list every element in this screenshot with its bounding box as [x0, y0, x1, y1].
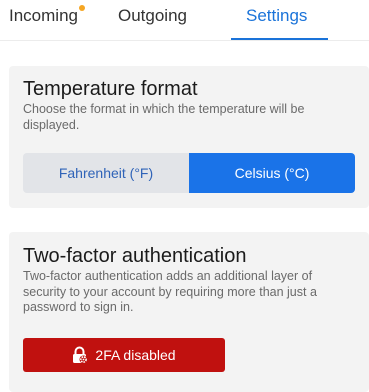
celsius-option-button[interactable]: Celsius (°C) — [189, 153, 355, 193]
two-factor-card: Two-factor authentication Two-factor aut… — [9, 232, 369, 392]
two-factor-description: Two-factor authentication adds an additi… — [23, 269, 317, 314]
tab-incoming-label: Incoming — [9, 6, 78, 25]
tab-settings[interactable]: Settings — [246, 6, 307, 26]
temperature-format-toggle: Fahrenheit (°F) Celsius (°C) — [23, 153, 355, 193]
active-tab-indicator — [231, 38, 328, 40]
fahrenheit-option-button[interactable]: Fahrenheit (°F) — [23, 153, 189, 193]
tab-incoming[interactable]: Incoming — [9, 5, 85, 26]
two-factor-button-label: 2FA disabled — [95, 347, 176, 363]
temperature-format-description: Choose the format in which the temperatu… — [23, 102, 305, 132]
two-factor-toggle-button[interactable]: 2FA disabled — [23, 338, 225, 372]
lock-gear-icon — [72, 346, 88, 364]
tab-settings-label: Settings — [246, 6, 308, 25]
two-factor-title: Two-factor authentication — [23, 245, 247, 267]
tab-bar: Incoming Outgoing Settings — [0, 0, 369, 41]
notification-dot — [78, 5, 85, 11]
temperature-format-title: Temperature format — [23, 78, 198, 100]
temperature-format-card: Temperature format Choose the format in … — [9, 66, 369, 208]
tab-outgoing-label: Outgoing — [118, 6, 187, 25]
tab-outgoing[interactable]: Outgoing — [118, 6, 187, 26]
